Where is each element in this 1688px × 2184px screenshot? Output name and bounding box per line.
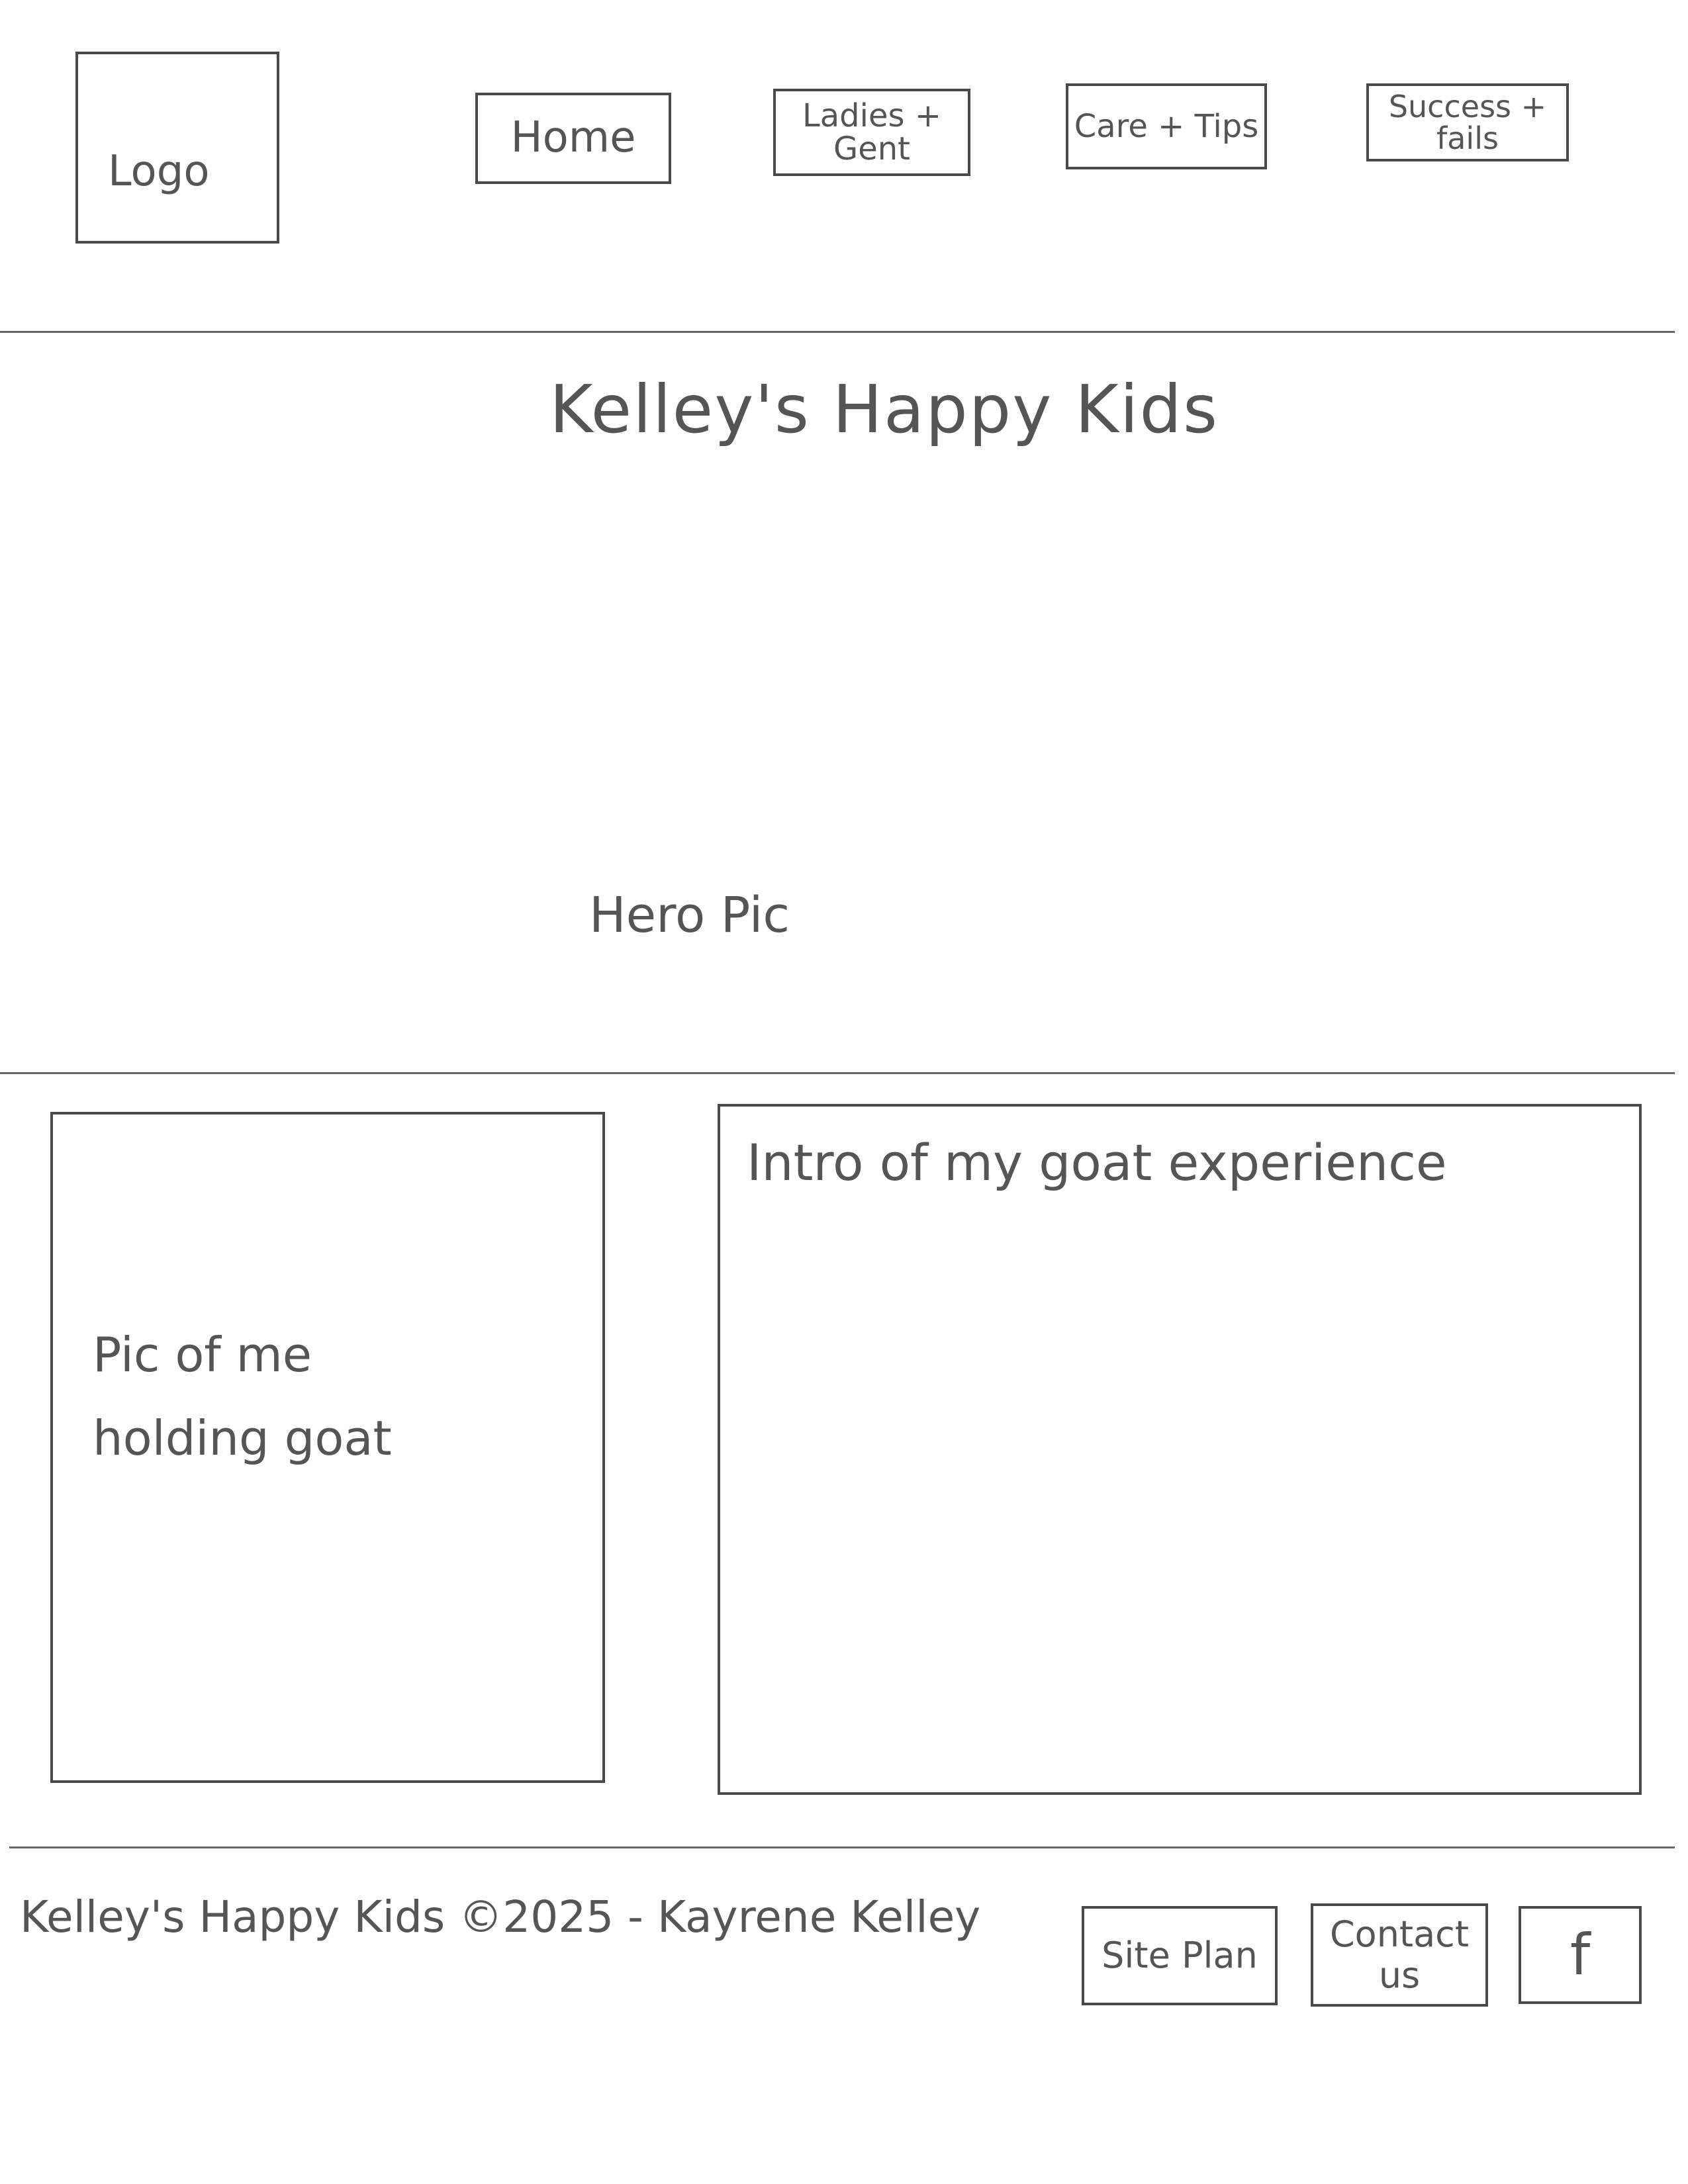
- footer-site-plan-button[interactable]: Site Plan: [1082, 1906, 1278, 2005]
- nav-home-label: Home: [510, 113, 636, 163]
- footer-copyright: Kelley's Happy Kids ©2025 - Kayrene Kell…: [20, 1891, 981, 1942]
- nav-care-tips-button[interactable]: Care + Tips: [1066, 83, 1267, 169]
- owner-photo-placeholder: Pic of me holding goat: [50, 1112, 605, 1783]
- facebook-icon-glyph: f: [1570, 1921, 1591, 1988]
- footer-divider: [9, 1846, 1675, 1848]
- nav-success-fails-button[interactable]: Success + fails: [1366, 83, 1569, 161]
- intro-text-placeholder: Intro of my goat experience: [718, 1104, 1642, 1795]
- owner-photo-label: Pic of me holding goat: [93, 1327, 392, 1466]
- hero-image-placeholder: Hero Pic: [589, 887, 790, 944]
- nav-success-fails-label: Success + fails: [1388, 88, 1547, 156]
- nav-ladies-gent-label: Ladies + Gent: [802, 97, 941, 167]
- facebook-icon[interactable]: f: [1519, 1906, 1642, 2004]
- header-divider: [0, 331, 1675, 333]
- footer-site-plan-label: Site Plan: [1102, 1934, 1258, 1976]
- logo-placeholder[interactable]: Logo: [75, 52, 279, 244]
- logo-label: Logo: [108, 147, 210, 196]
- hero-divider: [0, 1072, 1675, 1074]
- nav-ladies-gent-button[interactable]: Ladies + Gent: [773, 89, 970, 176]
- footer-contact-us-button[interactable]: Contact us: [1311, 1903, 1488, 2007]
- intro-label: Intro of my goat experience: [747, 1133, 1447, 1192]
- site-title: Kelley's Happy Kids: [549, 371, 1219, 448]
- nav-care-tips-label: Care + Tips: [1074, 107, 1259, 145]
- footer-contact-us-label: Contact us: [1329, 1913, 1470, 1996]
- nav-home-button[interactable]: Home: [475, 93, 671, 184]
